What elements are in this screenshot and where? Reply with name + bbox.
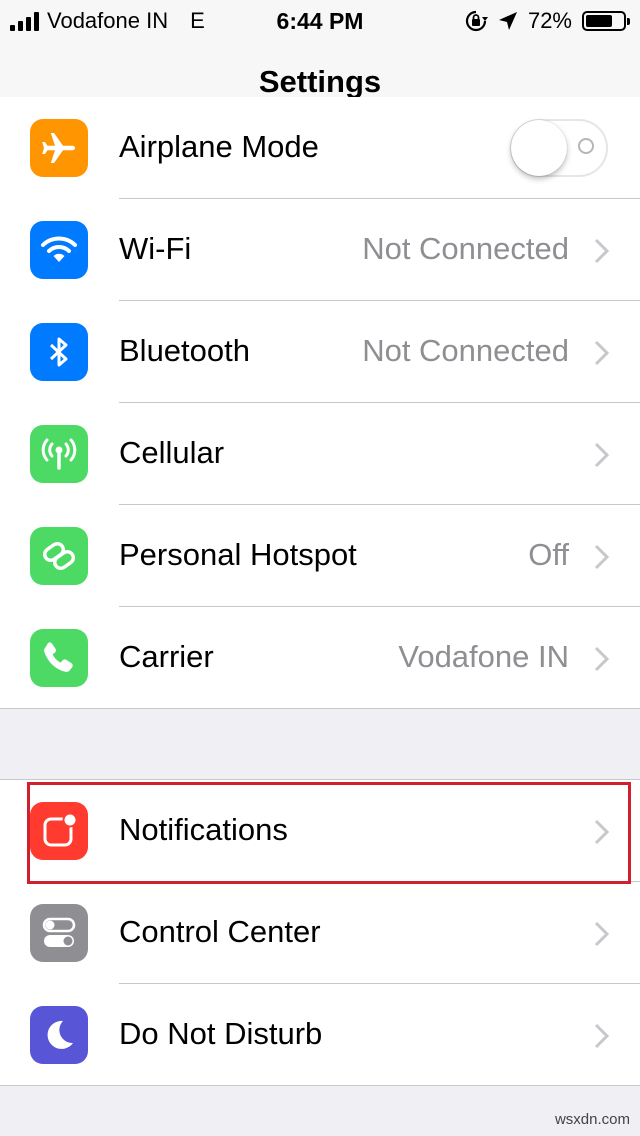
status-right: 72% (464, 8, 630, 34)
settings-row-control-center[interactable]: Control Center (0, 882, 640, 984)
settings-row-label: Personal Hotspot (119, 537, 357, 572)
moon-icon (30, 1006, 88, 1064)
settings-row-label: Bluetooth (119, 333, 250, 368)
settings-row-cellular[interactable]: Cellular (0, 403, 640, 505)
settings-row-airplane-mode[interactable]: Airplane Mode (0, 97, 640, 199)
settings-row-carrier[interactable]: Carrier Vodafone IN (0, 607, 640, 709)
control-center-icon (30, 904, 88, 962)
location-arrow-icon (498, 12, 517, 30)
settings-row-bluetooth[interactable]: Bluetooth Not Connected (0, 301, 640, 403)
settings-row-value: Vodafone IN (398, 639, 569, 674)
notifications-icon (30, 802, 88, 860)
hotspot-icon (30, 527, 88, 585)
orientation-lock-icon (465, 10, 488, 32)
airplane-mode-toggle[interactable] (510, 119, 608, 177)
status-bar: Vodafone IN E 6:44 PM 72% (0, 0, 640, 40)
settings-row-label: Airplane Mode (119, 129, 319, 164)
cellular-antenna-icon (30, 425, 88, 483)
chevron-right-icon (594, 646, 610, 672)
chevron-right-icon (594, 921, 610, 947)
chevron-right-icon (594, 238, 610, 264)
settings-row-label: Control Center (119, 914, 321, 949)
chevron-right-icon (594, 442, 610, 468)
chevron-right-icon (594, 819, 610, 845)
phone-icon (30, 629, 88, 687)
settings-row-label: Do Not Disturb (119, 1016, 323, 1051)
wifi-icon (30, 221, 88, 279)
battery-fill (586, 15, 612, 27)
page-title: Settings (258, 64, 382, 99)
chevron-right-icon (594, 340, 610, 366)
settings-row-notifications[interactable]: Notifications (0, 780, 640, 882)
battery-percent: 72% (527, 8, 572, 33)
battery-icon (582, 11, 630, 31)
settings-row-label: Carrier (119, 639, 214, 674)
watermark: wsxdn.com (554, 1111, 630, 1128)
settings-row-personal-hotspot[interactable]: Personal Hotspot Off (0, 505, 640, 607)
toggle-knob[interactable] (511, 120, 567, 176)
settings-row-label: Wi-Fi (119, 231, 192, 266)
settings-row-value: Off (528, 537, 569, 572)
chevron-right-icon (594, 1023, 610, 1049)
settings-row-label: Cellular (119, 435, 225, 470)
settings-group-connectivity: Airplane Mode Wi-Fi Not Connected Blueto… (0, 97, 640, 709)
airplane-icon (30, 119, 88, 177)
settings-group-notifications: Notifications Control Center Do Not Dist… (0, 779, 640, 1086)
settings-row-do-not-disturb[interactable]: Do Not Disturb (0, 984, 640, 1086)
settings-row-value: Not Connected (362, 333, 569, 368)
settings-row-wifi[interactable]: Wi-Fi Not Connected (0, 199, 640, 301)
chevron-right-icon (594, 544, 610, 570)
settings-row-label: Notifications (119, 812, 288, 847)
bluetooth-icon (30, 323, 88, 381)
settings-row-value: Not Connected (362, 231, 569, 266)
